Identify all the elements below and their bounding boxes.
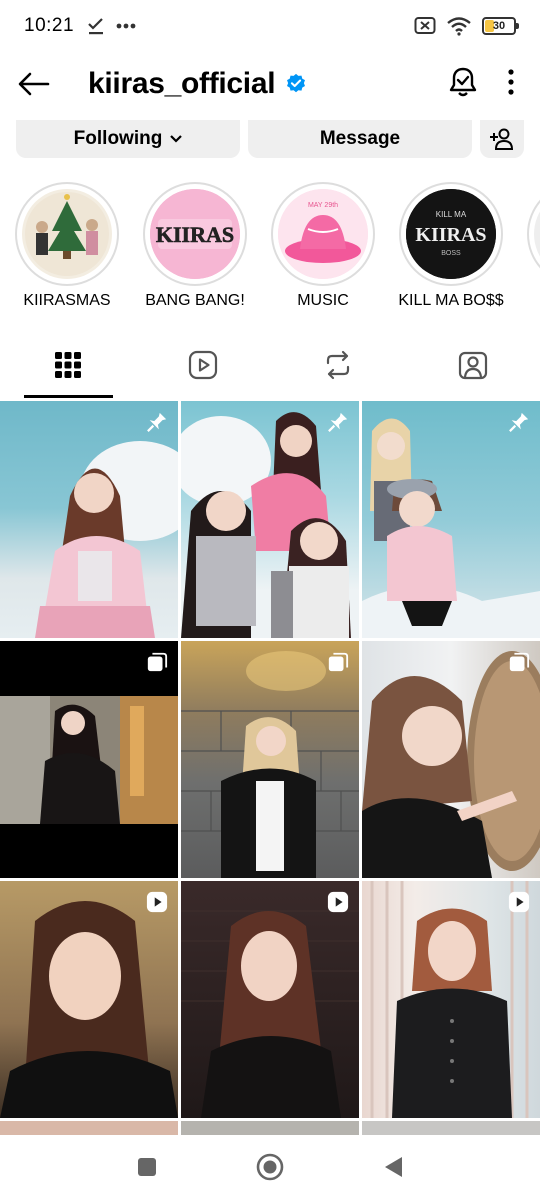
wifi-icon <box>447 17 471 36</box>
back-button[interactable] <box>2 52 66 116</box>
posts-grid-next-row <box>0 1121 540 1135</box>
post-thumbnail[interactable] <box>0 881 178 1118</box>
chevron-down-icon <box>170 135 183 143</box>
add-person-icon <box>490 128 514 150</box>
verified-badge-icon <box>287 73 306 93</box>
post-photo <box>181 651 359 878</box>
system-navigation-bar <box>0 1135 540 1199</box>
post-thumbnail[interactable] <box>362 641 540 878</box>
post-thumbnail[interactable] <box>181 1121 359 1135</box>
suggested-users-button[interactable] <box>480 120 524 158</box>
post-thumbnail[interactable] <box>0 401 178 638</box>
post-photo <box>0 696 178 824</box>
message-label: Message <box>319 128 401 149</box>
profile-tabs <box>0 332 540 398</box>
post-photo <box>370 881 529 1118</box>
highlight-cover <box>22 189 112 279</box>
more-options-button[interactable] <box>508 68 514 100</box>
grid-icon <box>54 352 81 378</box>
highlight-item[interactable]: KIIRASMAS <box>3 182 131 310</box>
highlight-item[interactable]: KIIRAS BANG BANG! <box>131 182 259 310</box>
back-nav-button[interactable] <box>382 1155 404 1179</box>
carousel-icon <box>509 652 530 672</box>
post-photo <box>181 910 359 1118</box>
post-photo <box>362 418 540 638</box>
post-thumbnail[interactable] <box>0 641 178 878</box>
tab-reposts[interactable] <box>270 332 405 398</box>
download-done-icon <box>88 18 104 35</box>
post-thumbnail[interactable] <box>181 881 359 1118</box>
post-thumbnail[interactable] <box>362 1121 540 1135</box>
sim-no-signal-icon <box>414 17 436 34</box>
svg-text:KIIRAS: KIIRAS <box>415 224 486 246</box>
highlight-cover: KIIRAS <box>150 189 240 279</box>
pin-icon <box>328 412 348 432</box>
battery-icon: 30 <box>482 17 519 35</box>
tab-reels[interactable] <box>135 332 270 398</box>
bell-check-icon <box>449 67 477 96</box>
svg-text:KIIRAS: KIIRAS <box>156 222 234 247</box>
highlight-label: BANG BANG! <box>145 292 245 309</box>
following-label: Following <box>73 128 163 149</box>
following-button[interactable]: Following <box>16 120 240 158</box>
more-notifications-icon <box>116 23 136 29</box>
repost-icon <box>326 350 349 380</box>
svg-text:BOSS: BOSS <box>441 250 461 257</box>
highlight-label: MUSIC <box>297 292 349 309</box>
reels-icon <box>188 350 217 380</box>
highlight-item[interactable] <box>515 182 540 286</box>
reel-play-icon <box>327 891 349 913</box>
vertical-dots-icon <box>508 68 514 95</box>
svg-text:MAY 29th: MAY 29th <box>308 202 338 209</box>
tagged-person-icon <box>458 351 487 380</box>
highlight-label: KILL MA BO$$ <box>398 292 504 309</box>
notifications-bell-button[interactable] <box>448 66 478 103</box>
post-photo <box>362 651 540 878</box>
post-thumbnail[interactable] <box>362 881 540 1118</box>
battery-level: 30 <box>492 20 506 32</box>
clock: 10:21 <box>24 15 75 36</box>
highlight-cover: KILL MA KIIRAS BOSS <box>406 189 496 279</box>
post-photo <box>0 901 178 1118</box>
highlight-label: KIIRASMAS <box>23 292 111 309</box>
carousel-icon <box>328 652 349 672</box>
highlight-item[interactable]: MAY 29th MUSIC <box>259 182 387 310</box>
highlight-cover <box>534 189 540 279</box>
svg-text:KILL MA: KILL MA <box>436 210 467 219</box>
post-thumbnail[interactable] <box>0 1121 178 1135</box>
profile-header: kiiras_official <box>0 52 540 116</box>
post-photo <box>181 412 351 638</box>
post-photo <box>35 441 178 638</box>
profile-action-buttons: Following Message <box>16 120 524 158</box>
tab-tagged[interactable] <box>405 332 540 398</box>
reel-play-icon <box>146 891 168 913</box>
tab-posts-grid[interactable] <box>0 332 135 398</box>
profile-username: kiiras_official <box>88 67 276 100</box>
post-thumbnail[interactable] <box>362 401 540 638</box>
pin-icon <box>147 412 167 432</box>
story-highlights: KIIRASMAS KIIRAS BANG BANG! MAY 29th MUS… <box>0 182 540 312</box>
post-thumbnail[interactable] <box>181 401 359 638</box>
status-bar: 10:21 30 <box>0 0 540 52</box>
carousel-icon <box>147 652 168 672</box>
highlight-cover: MAY 29th <box>278 189 368 279</box>
home-button[interactable] <box>256 1153 284 1181</box>
post-thumbnail[interactable] <box>181 641 359 878</box>
recent-apps-button[interactable] <box>136 1156 158 1178</box>
highlight-item[interactable]: KILL MA KIIRAS BOSS KILL MA BO$$ <box>387 182 515 310</box>
message-button[interactable]: Message <box>248 120 472 158</box>
reel-play-icon <box>508 891 530 913</box>
posts-grid <box>0 401 540 1118</box>
back-arrow-icon <box>18 72 50 96</box>
pin-icon <box>509 412 529 432</box>
